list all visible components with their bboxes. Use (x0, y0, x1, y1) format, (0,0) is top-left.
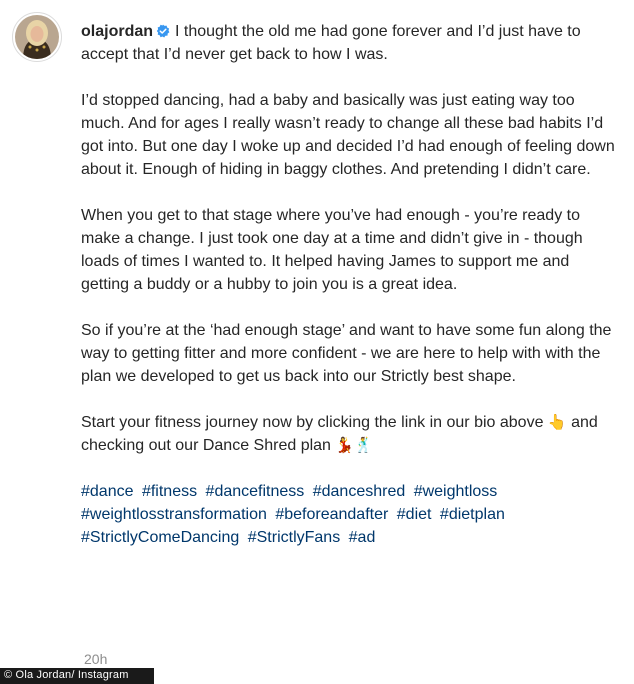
caption-paragraph: When you get to that stage where you’ve … (81, 207, 583, 293)
cta-text: Start your fitness journey now by clicki… (81, 414, 544, 431)
username-link[interactable]: olajordan (81, 23, 153, 40)
caption-paragraph: So if you’re at the ‘had enough stage’ a… (81, 322, 612, 385)
hashtag-link[interactable]: #ad (349, 529, 376, 546)
avatar[interactable] (12, 12, 62, 62)
dancers-emoji-icon: 💃🕺 (335, 436, 373, 454)
hashtag-link[interactable]: #fitness (142, 483, 197, 500)
post-caption: olajordan I thought the old me had gone … (81, 20, 617, 572)
caption-first-paragraph: olajordan I thought the old me had gone … (81, 20, 617, 66)
post-timestamp[interactable]: 20h (84, 651, 107, 667)
caption-paragraph: I’d stopped dancing, had a baby and basi… (81, 92, 615, 178)
verified-badge-icon (156, 24, 170, 38)
hashtag-link[interactable]: #dancefitness (206, 483, 305, 500)
caption-cta: Start your fitness journey now by clicki… (81, 411, 617, 457)
pointing-up-emoji-icon: 👆 (547, 413, 567, 431)
hashtag-link[interactable]: #StrictlyComeDancing (81, 529, 239, 546)
profile-avatar (15, 15, 59, 59)
hashtag-link[interactable]: #dance (81, 483, 134, 500)
image-credit: © Ola Jordan/ Instagram (4, 669, 129, 681)
hashtag-link[interactable]: #StrictlyFans (248, 529, 340, 546)
instagram-post: olajordan I thought the old me had gone … (0, 0, 634, 684)
hashtag-link[interactable]: #beforeandafter (275, 506, 388, 523)
hashtag-list: #dance #fitness #dancefitness #danceshre… (81, 480, 617, 549)
hashtag-link[interactable]: #weightloss (414, 483, 498, 500)
image-credit-bar: © Ola Jordan/ Instagram (0, 668, 154, 684)
hashtag-link[interactable]: #weightlosstransformation (81, 506, 267, 523)
hashtag-link[interactable]: #danceshred (313, 483, 406, 500)
hashtag-link[interactable]: #diet (397, 506, 432, 523)
hashtag-link[interactable]: #dietplan (440, 506, 505, 523)
